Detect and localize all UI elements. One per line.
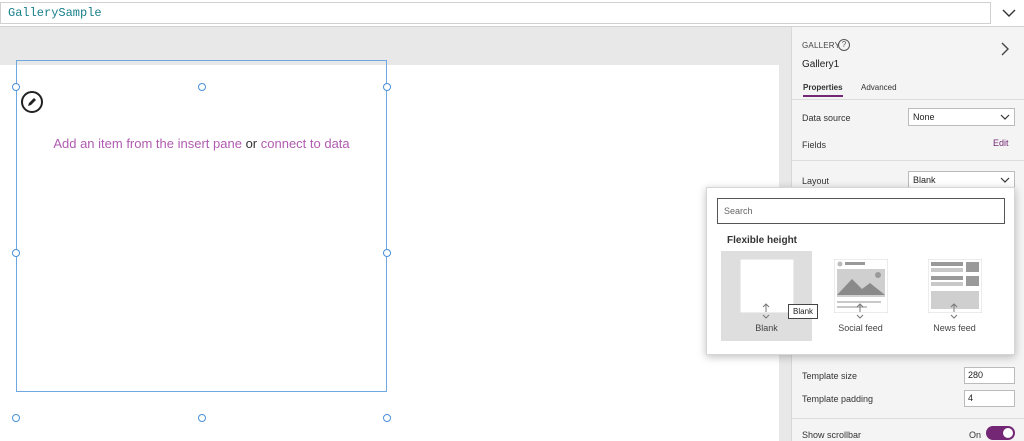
fields-edit-link[interactable]: Edit [993, 138, 1009, 148]
resize-arrow-icon [856, 303, 864, 319]
control-name[interactable]: Gallery1 [802, 59, 839, 70]
insert-pane-link[interactable]: Add an item from the insert pane [53, 136, 242, 151]
formula-bar: GallerySample [0, 0, 1024, 27]
resize-handle-bottom[interactable] [198, 414, 206, 422]
connect-to-data-link[interactable]: connect to data [261, 136, 350, 151]
layout-option-label: News feed [933, 323, 976, 333]
chevron-right-icon[interactable] [998, 41, 1012, 57]
formula-input[interactable]: GallerySample [0, 2, 991, 24]
control-type-label: GALLERY [802, 41, 841, 50]
chevron-down-icon [1002, 9, 1015, 17]
show-scrollbar-toggle[interactable] [986, 426, 1015, 440]
layout-option-label: Social feed [838, 323, 883, 333]
show-scrollbar-state: On [969, 430, 982, 440]
formula-expand-button[interactable] [993, 2, 1024, 24]
resize-handle-right[interactable] [383, 249, 391, 257]
resize-handle-top-left[interactable] [12, 83, 20, 91]
flexible-height-heading: Flexible height [727, 235, 798, 246]
resize-handle-bottom-left[interactable] [12, 414, 20, 422]
resize-arrow-icon [950, 303, 958, 319]
tab-advanced[interactable]: Advanced [861, 83, 897, 92]
show-scrollbar-label: Show scrollbar [802, 430, 862, 440]
resize-handle-top[interactable] [198, 83, 206, 91]
template-padding-input[interactable]: 4 [964, 390, 1015, 407]
or-text: or [245, 136, 258, 151]
resize-handle-top-right[interactable] [383, 83, 391, 91]
template-size-input[interactable]: 280 [964, 367, 1015, 384]
chevron-down-icon [1000, 177, 1010, 183]
help-icon[interactable]: ? [838, 39, 850, 51]
gallery-empty-message: Add an item from the insert pane or conn… [16, 136, 387, 151]
chevron-down-icon [1000, 114, 1010, 120]
gallery-control[interactable] [16, 60, 387, 392]
toggle-knob [1003, 428, 1013, 438]
layout-option-label: Blank [755, 323, 778, 333]
layout-label: Layout [802, 176, 830, 186]
data-source-select[interactable]: None [908, 108, 1015, 126]
layout-option-social-feed[interactable]: Social feed [815, 251, 906, 341]
template-size-label: Template size [802, 371, 858, 381]
edit-template-button[interactable] [21, 91, 43, 113]
divider [792, 160, 1024, 161]
pencil-icon [28, 98, 36, 106]
layout-option-news-feed[interactable]: News feed [909, 251, 1000, 341]
resize-handle-bottom-right[interactable] [383, 414, 391, 422]
divider [792, 99, 1024, 100]
layout-option-blank[interactable]: Blank [721, 251, 812, 341]
resize-arrow-icon [762, 303, 770, 319]
divider [792, 418, 1024, 419]
layout-value: Blank [913, 175, 936, 185]
layout-tooltip: Blank [788, 304, 819, 319]
layout-flyout: Search Flexible height Blank Social feed [706, 187, 1015, 355]
data-source-value: None [913, 112, 935, 122]
fields-label: Fields [802, 140, 827, 150]
data-source-label: Data source [802, 113, 851, 123]
template-padding-label: Template padding [802, 394, 874, 404]
layout-search-input[interactable]: Search [717, 198, 1005, 224]
tab-properties[interactable]: Properties [803, 83, 843, 97]
resize-handle-left[interactable] [12, 249, 20, 257]
